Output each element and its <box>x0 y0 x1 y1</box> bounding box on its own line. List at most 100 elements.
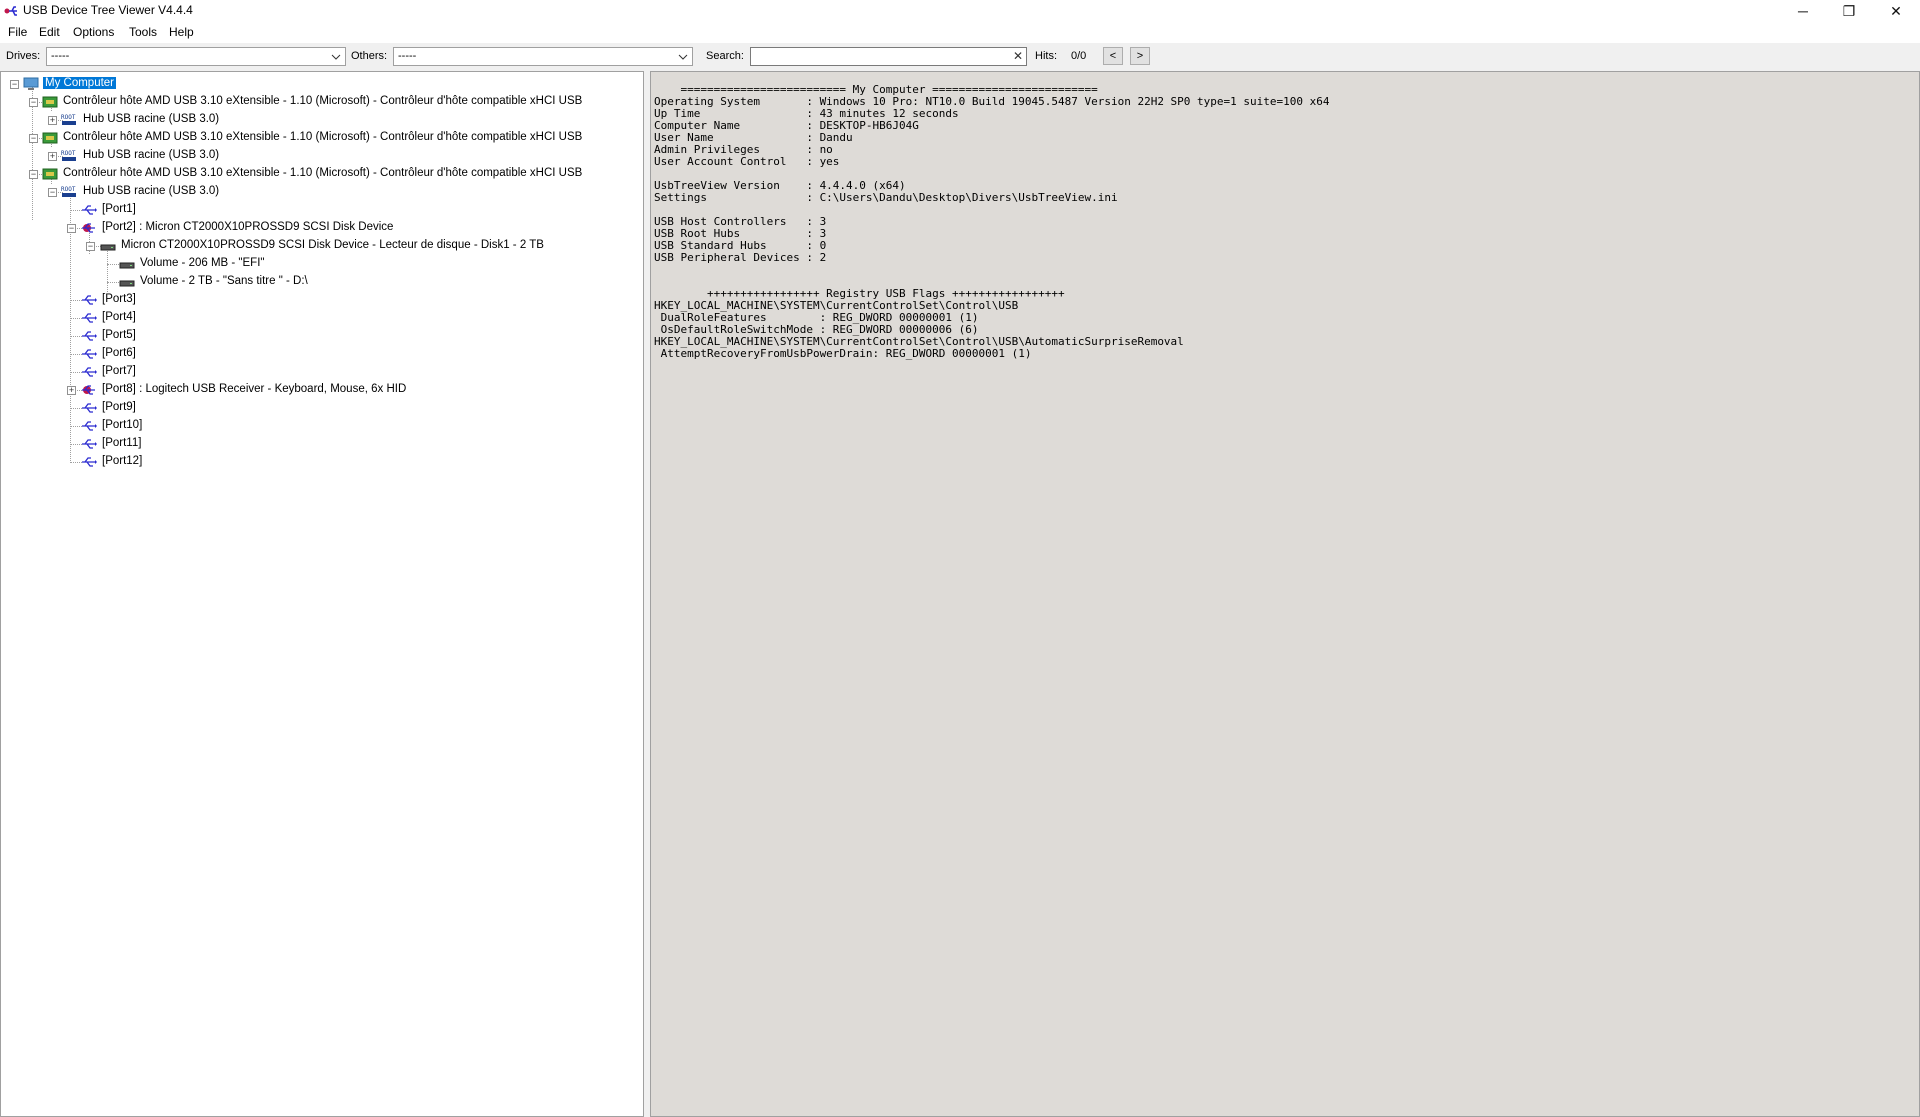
tree-node-port[interactable]: [Port4] <box>1 309 641 327</box>
minimize-button[interactable]: ─ <box>1780 0 1826 22</box>
tree-node-label: Volume - 2 TB - "Sans titre " - D:\ <box>140 275 308 287</box>
tree-node-label: [Port5] <box>102 329 136 341</box>
collapse-icon[interactable]: − <box>29 170 38 179</box>
usb-device-icon <box>82 385 95 395</box>
tree-node-root-hub[interactable]: − ROOT Hub USB racine (USB 3.0) <box>1 183 641 201</box>
usb-port-icon <box>82 421 97 431</box>
usb-port-icon <box>82 331 97 341</box>
usb-port-icon <box>82 367 97 377</box>
clear-search-icon[interactable]: ✕ <box>1013 49 1023 63</box>
usb-app-icon <box>4 6 17 16</box>
tree-node-volume[interactable]: Volume - 206 MB - "EFI" <box>1 255 641 273</box>
root-hub-icon: ROOT <box>61 150 76 161</box>
tree-node-volume[interactable]: Volume - 2 TB - "Sans titre " - D:\ <box>1 273 641 291</box>
maximize-button[interactable]: ❐ <box>1826 0 1872 22</box>
tree-node-my-computer[interactable]: − My Computer <box>1 75 641 93</box>
others-value: ----- <box>398 50 417 62</box>
device-tree-pane[interactable]: − My Computer − Contrôleur hôte AMD USB … <box>0 71 644 1117</box>
close-button[interactable]: ✕ <box>1873 0 1919 22</box>
menu-options[interactable]: Options <box>73 25 114 39</box>
tree-node-label: Micron CT2000X10PROSSD9 SCSI Disk Device… <box>121 239 544 251</box>
next-hit-button[interactable]: > <box>1130 47 1150 65</box>
report-line: AttemptRecoveryFromUsbPowerDrain: REG_DW… <box>654 347 1032 360</box>
chevron-down-icon <box>329 49 343 64</box>
tree-node-label: [Port1] <box>102 203 136 215</box>
drives-select[interactable]: ----- <box>46 47 346 66</box>
tree-node-label: Hub USB racine (USB 3.0) <box>83 185 220 197</box>
minimize-icon: ─ <box>1798 3 1808 19</box>
tree-node-label: [Port8] : Logitech USB Receiver - Keyboa… <box>102 383 407 395</box>
usb-device-icon <box>82 223 95 233</box>
menu-tools[interactable]: Tools <box>129 25 157 39</box>
tree-node-port[interactable]: [Port6] <box>1 345 641 363</box>
tree-node-port[interactable]: [Port1] <box>1 201 641 219</box>
menu-file[interactable]: File <box>8 25 27 39</box>
tree-node-port[interactable]: [Port5] <box>1 327 641 345</box>
tree-node-label: Volume - 206 MB - "EFI" <box>140 257 265 269</box>
tree-node-host-controller[interactable]: − Contrôleur hôte AMD USB 3.10 eXtensibl… <box>1 93 641 111</box>
tree-node-port[interactable]: [Port7] <box>1 363 641 381</box>
tree-node-port[interactable]: [Port10] <box>1 417 641 435</box>
search-input[interactable] <box>753 49 1007 66</box>
tree-node-label: [Port10] <box>102 419 143 431</box>
usb-port-icon <box>82 457 97 467</box>
tree-node-host-controller[interactable]: − Contrôleur hôte AMD USB 3.10 eXtensibl… <box>1 165 641 183</box>
expand-icon[interactable]: + <box>48 116 57 125</box>
tree-node-port[interactable]: [Port9] <box>1 399 641 417</box>
collapse-icon[interactable]: − <box>48 188 57 197</box>
expand-icon[interactable]: + <box>67 386 76 395</box>
tree-node-root-hub[interactable]: + ROOT Hub USB racine (USB 3.0) <box>1 147 641 165</box>
tree-node-label: [Port2] : Micron CT2000X10PROSSD9 SCSI D… <box>102 221 394 233</box>
report-text: ========================= My Computer ==… <box>654 84 1330 360</box>
collapse-icon[interactable]: − <box>67 224 76 233</box>
tree-node-disk[interactable]: − Micron CT2000X10PROSSD9 SCSI Disk Devi… <box>1 237 641 255</box>
root-hub-icon: ROOT <box>61 114 76 125</box>
tree-node-port-device[interactable]: − [Port2] : Micron CT2000X10PROSSD9 SCSI… <box>1 219 641 237</box>
tree-node-port[interactable]: [Port3] <box>1 291 641 309</box>
collapse-icon[interactable]: − <box>10 80 19 89</box>
collapse-icon[interactable]: − <box>86 242 95 251</box>
usb-port-icon <box>82 439 97 449</box>
search-field: ✕ <box>750 47 1027 66</box>
computer-icon <box>23 77 39 90</box>
tree-node-label: [Port6] <box>102 347 136 359</box>
tree-node-port[interactable]: [Port11] <box>1 435 641 453</box>
window-title: USB Device Tree Viewer V4.4.4 <box>23 3 193 17</box>
others-select[interactable]: ----- <box>393 47 693 66</box>
collapse-icon[interactable]: − <box>29 98 38 107</box>
usb-port-icon <box>82 295 97 305</box>
menu-edit[interactable]: Edit <box>39 25 60 39</box>
title-bar: USB Device Tree Viewer V4.4.4 ─ ❐ ✕ <box>0 0 1920 22</box>
restore-icon: ❐ <box>1842 2 1856 19</box>
tree-node-label: [Port11] <box>102 437 142 449</box>
controller-icon <box>42 168 58 180</box>
expand-icon[interactable]: + <box>48 152 57 161</box>
details-pane[interactable]: ========================= My Computer ==… <box>650 71 1920 1117</box>
volume-icon <box>119 280 135 287</box>
tree-node-label: [Port7] <box>102 365 136 377</box>
tree-node-label: Contrôleur hôte AMD USB 3.10 eXtensible … <box>63 95 583 107</box>
others-label: Others: <box>351 50 388 62</box>
svg-text:ROOT: ROOT <box>61 186 76 193</box>
root-hub-icon: ROOT <box>61 186 76 197</box>
menu-help[interactable]: Help <box>169 25 194 39</box>
chevron-down-icon <box>676 49 690 64</box>
tree-node-host-controller[interactable]: − Contrôleur hôte AMD USB 3.10 eXtensibl… <box>1 129 641 147</box>
tree-node-port-device[interactable]: + [Port8] : Logitech USB Receiver - Keyb… <box>1 381 641 399</box>
tree-node-label: Contrôleur hôte AMD USB 3.10 eXtensible … <box>63 167 583 179</box>
tree-node-root-hub[interactable]: + ROOT Hub USB racine (USB 3.0) <box>1 111 641 129</box>
collapse-icon[interactable]: − <box>29 134 38 143</box>
drives-value: ----- <box>51 50 70 62</box>
disk-icon <box>100 244 116 251</box>
tree-node-label: My Computer <box>43 77 117 89</box>
tree-node-label: [Port9] <box>102 401 136 413</box>
tree-node-port[interactable]: [Port12] <box>1 453 641 471</box>
controller-icon <box>42 96 58 108</box>
usb-port-icon <box>82 205 97 215</box>
report-line: Settings : C:\Users\Dandu\Desktop\Divers… <box>654 191 1118 204</box>
tree-node-label: Hub USB racine (USB 3.0) <box>83 149 220 161</box>
tree-node-label: Contrôleur hôte AMD USB 3.10 eXtensible … <box>63 131 583 143</box>
previous-hit-button[interactable]: < <box>1103 47 1123 65</box>
drives-label: Drives: <box>6 50 41 62</box>
hits-label: Hits: <box>1035 50 1057 62</box>
